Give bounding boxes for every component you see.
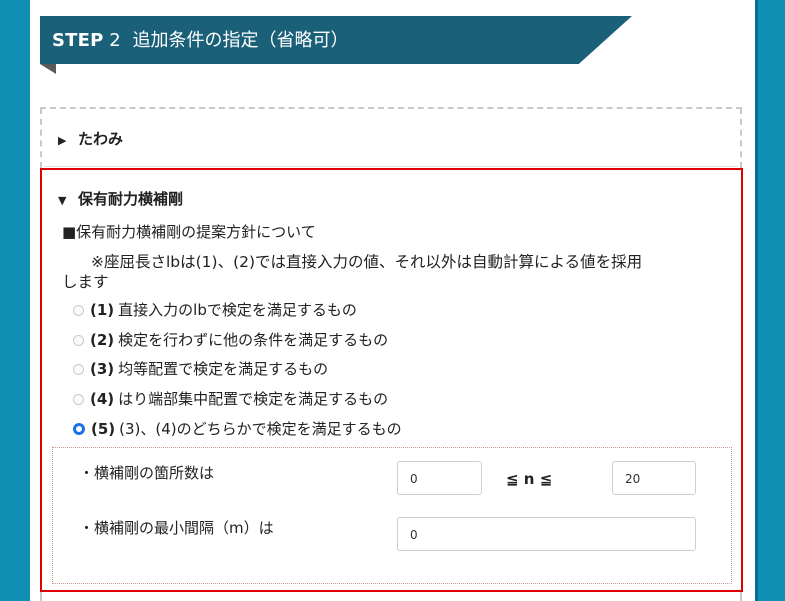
count-min-input[interactable]: 0 bbox=[397, 461, 482, 495]
radio-icon[interactable] bbox=[73, 304, 84, 316]
deflection-summary[interactable]: ▶ たわみ bbox=[58, 128, 123, 149]
collapsed-triangle-icon: ▶ bbox=[58, 134, 67, 147]
bracing-summary[interactable]: ▼ 保有耐力横補剛 bbox=[58, 188, 183, 209]
count-range-operator: ≦ n ≦ bbox=[506, 470, 553, 488]
policy-note-line1: ※座屈長さlbは(1)、(2)では直接入力の値、それ以外は自動計算による値を採用 bbox=[91, 253, 643, 271]
section-border-left-lower bbox=[40, 592, 42, 601]
count-max-input[interactable]: 20 bbox=[612, 461, 696, 495]
spacing-input[interactable]: 0 bbox=[397, 517, 696, 551]
right-frame bbox=[755, 0, 785, 601]
option-4-radio[interactable]: (4) はり端部集中配置で検定を満足するもの bbox=[73, 389, 388, 409]
radio-icon[interactable] bbox=[73, 393, 84, 405]
step-label: STEP bbox=[52, 30, 104, 51]
step-number: 2 bbox=[109, 30, 121, 51]
step-title-text: 追加条件の指定（省略可） bbox=[132, 30, 349, 51]
section-divider bbox=[44, 166, 738, 167]
section-border-right-lower bbox=[740, 592, 742, 601]
option-2-radio[interactable]: (2) 検定を行わずに他の条件を満足するもの bbox=[73, 330, 388, 350]
bracing-label: 保有耐力横補剛 bbox=[78, 190, 184, 208]
option-5-radio[interactable]: (5) (3)、(4)のどちらかで検定を満足するもの bbox=[73, 419, 402, 439]
section-border-top bbox=[40, 107, 742, 109]
option-5-label: (3)、(4)のどちらかで検定を満足するもの bbox=[119, 420, 402, 438]
policy-note-line2: します bbox=[62, 273, 109, 291]
step-title: STEP 2 追加条件の指定（省略可） bbox=[52, 29, 348, 53]
radio-checked-icon[interactable] bbox=[73, 423, 85, 435]
option-1-label: 直接入力のlbで検定を満足するもの bbox=[118, 301, 357, 319]
option-3-radio[interactable]: (3) 均等配置で検定を満足するもの bbox=[73, 359, 328, 379]
spacing-label: ・横補剛の最小間隔（m）は bbox=[79, 519, 274, 537]
radio-icon[interactable] bbox=[73, 334, 84, 346]
option-3-label: 均等配置で検定を満足するもの bbox=[118, 360, 329, 378]
section-border-left bbox=[40, 108, 42, 168]
option-1-radio[interactable]: (1) 直接入力のlbで検定を満足するもの bbox=[73, 300, 357, 320]
option-2-label: 検定を行わずに他の条件を満足するもの bbox=[118, 331, 389, 349]
deflection-label: たわみ bbox=[78, 130, 124, 148]
radio-icon[interactable] bbox=[73, 363, 84, 375]
section-border-right bbox=[740, 108, 742, 168]
option-4-label: はり端部集中配置で検定を満足するもの bbox=[118, 390, 389, 408]
policy-heading: ■保有耐力横補剛の提案方針について bbox=[62, 223, 316, 241]
expanded-triangle-icon: ▼ bbox=[58, 194, 67, 207]
left-frame bbox=[0, 0, 30, 601]
count-label: ・横補剛の箇所数は bbox=[79, 464, 215, 482]
